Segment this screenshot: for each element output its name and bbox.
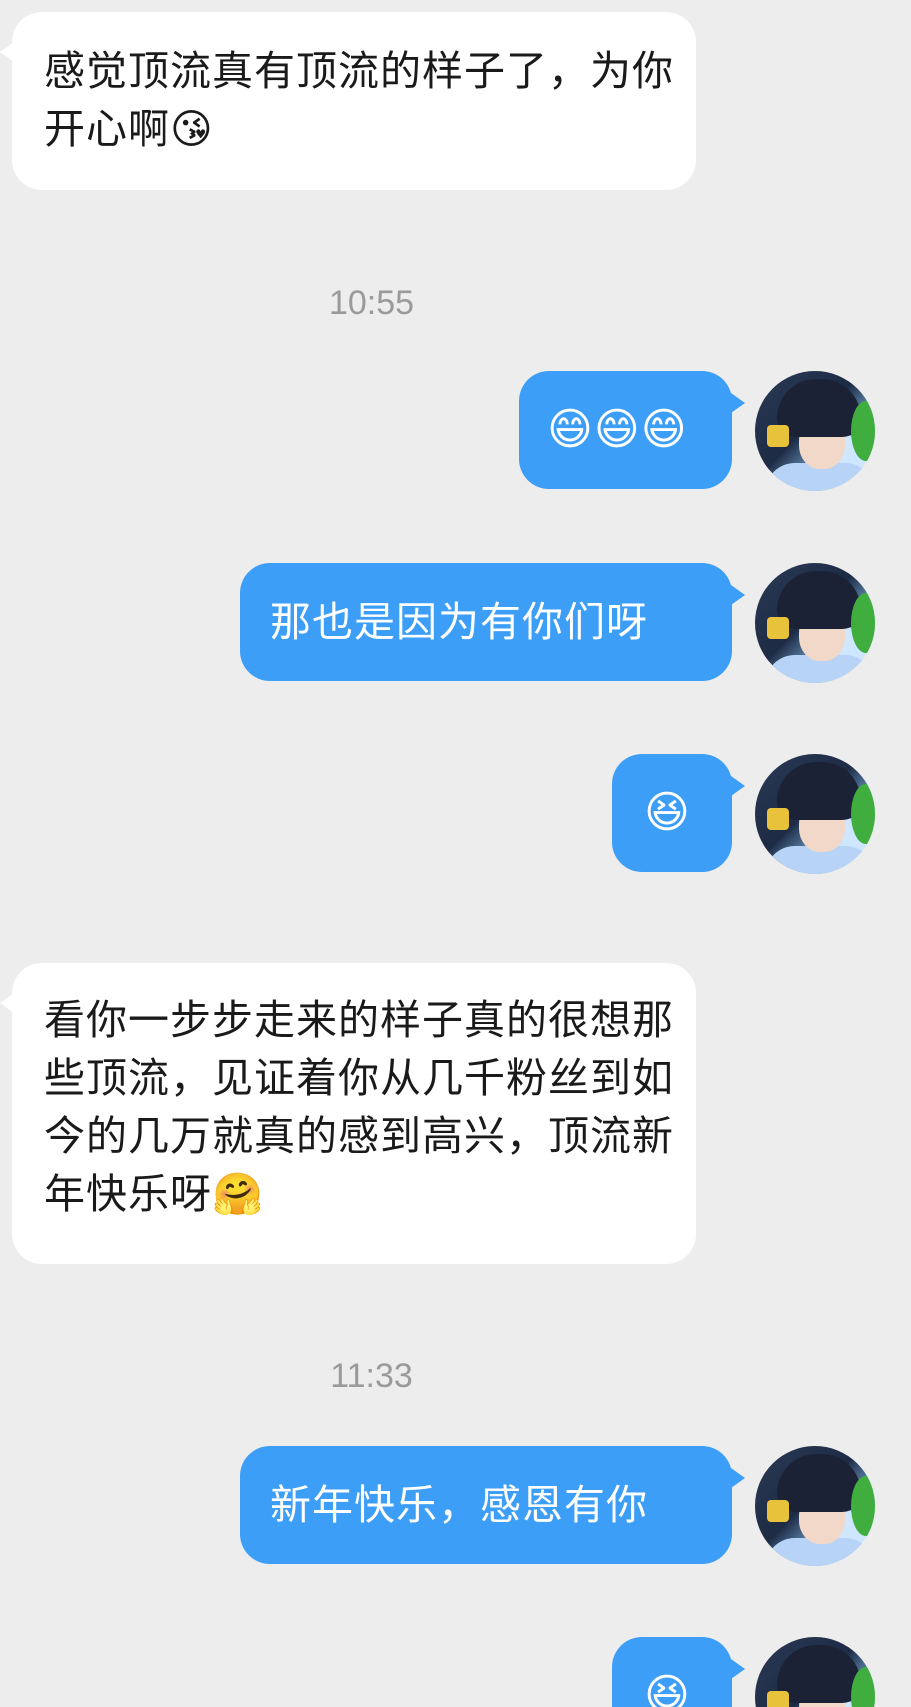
avatar-hair xyxy=(777,1645,861,1703)
camera-icon xyxy=(767,617,789,639)
message-text: 感觉顶流真有顶流的样子了，为你开心啊😘 xyxy=(44,47,674,153)
user-avatar[interactable] xyxy=(755,1637,875,1707)
message-bubble-outgoing[interactable]: 😆 xyxy=(612,1637,745,1707)
message-text: 😆 xyxy=(644,787,691,838)
message-text: 新年快乐，感恩有你 xyxy=(270,1481,648,1529)
user-avatar[interactable] xyxy=(755,563,875,683)
message-text: 😆 xyxy=(644,1670,691,1707)
message-text: 那也是因为有你们呀 xyxy=(270,598,648,646)
message-bubble-outgoing[interactable]: 那也是因为有你们呀 xyxy=(240,563,745,681)
message-bubble-incoming[interactable]: 感觉顶流真有顶流的样子了，为你开心啊😘 xyxy=(0,12,696,190)
camera-icon xyxy=(767,1691,789,1707)
message-bubble-outgoing[interactable]: 新年快乐，感恩有你 xyxy=(240,1446,745,1564)
message-bubble-outgoing[interactable]: 😆 xyxy=(612,754,745,872)
leaf-icon xyxy=(851,1476,875,1536)
avatar-hair xyxy=(777,379,861,437)
leaf-icon xyxy=(851,784,875,844)
leaf-icon xyxy=(851,593,875,653)
avatar-hair xyxy=(777,1454,861,1512)
user-avatar[interactable] xyxy=(755,1446,875,1566)
avatar-hair xyxy=(777,762,861,820)
user-avatar[interactable] xyxy=(755,371,875,491)
user-avatar[interactable] xyxy=(755,754,875,874)
avatar-hair xyxy=(777,571,861,629)
message-text: 看你一步步走来的样子真的很想那些顶流，见证着你从几千粉丝到如今的几万就真的感到高… xyxy=(44,996,674,1218)
camera-icon xyxy=(767,425,789,447)
message-text: 😄😄😄 xyxy=(547,404,688,455)
leaf-icon xyxy=(851,401,875,461)
camera-icon xyxy=(767,808,789,830)
message-bubble-outgoing[interactable]: 😄😄😄 xyxy=(519,371,745,489)
camera-icon xyxy=(767,1500,789,1522)
chat-window: 感觉顶流真有顶流的样子了，为你开心啊😘 10:55 😄😄😄 那也是因为有你们呀 … xyxy=(0,0,911,1707)
message-bubble-incoming[interactable]: 看你一步步走来的样子真的很想那些顶流，见证着你从几千粉丝到如今的几万就真的感到高… xyxy=(0,963,696,1264)
timestamp: 11:33 xyxy=(330,1357,413,1395)
timestamp: 10:55 xyxy=(328,284,415,322)
